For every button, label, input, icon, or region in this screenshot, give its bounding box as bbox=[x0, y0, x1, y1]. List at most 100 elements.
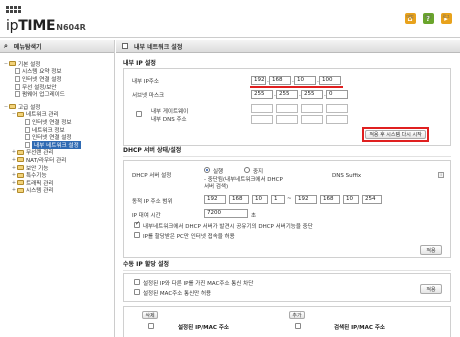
lan-ip-octet-1[interactable]: 192 bbox=[251, 76, 266, 85]
dhcp-on-label: 실행 bbox=[213, 169, 224, 175]
content-panel: 내부 네트워크 설정 내부 IP 설정 내부 IP주소 192 . 168 . … bbox=[116, 40, 460, 337]
menu-explorer-header: ⌕ 메뉴탐색기 bbox=[0, 40, 114, 53]
document-icon bbox=[15, 68, 20, 75]
range-separator: ~ bbox=[287, 196, 292, 202]
menu-explorer-title: 메뉴탐색기 bbox=[13, 43, 42, 51]
range-end-2[interactable]: 168 bbox=[320, 195, 340, 204]
content-header: 내부 네트워크 설정 bbox=[116, 40, 460, 53]
dhcp-section-title: DHCP 서버 상태/설정 bbox=[123, 145, 451, 157]
dhcp-off-radio[interactable] bbox=[244, 167, 250, 173]
dns-label: 내부 DNS 주소 bbox=[151, 117, 187, 123]
tree-item-firmware[interactable]: 펌웨어 업그레이드 bbox=[3, 90, 114, 98]
wizard-label: 마법 bbox=[406, 14, 414, 19]
lease-unit: 초 bbox=[251, 213, 257, 219]
folder-icon bbox=[9, 61, 16, 67]
range-start-4[interactable]: 1 bbox=[271, 195, 285, 204]
mask-octet-4[interactable]: 0 bbox=[326, 90, 348, 99]
page-icon bbox=[122, 43, 128, 49]
folder-icon bbox=[9, 104, 16, 110]
dhcp-server-label: DHCP 서버 설정 bbox=[132, 173, 172, 179]
select-all-checkbox[interactable] bbox=[148, 323, 154, 329]
document-icon bbox=[25, 118, 30, 125]
add-button[interactable]: 추가 bbox=[289, 311, 305, 319]
menu-explorer: ⌕ 메뉴탐색기 − 기본 설정 시스템 요약 정보 인터넷 연결 설정 무선 설… bbox=[0, 40, 115, 337]
brand-main: TIME bbox=[18, 18, 56, 34]
dhcp-on-radio[interactable] bbox=[204, 167, 210, 173]
range-end-4[interactable]: 254 bbox=[362, 195, 382, 204]
range-start-3[interactable]: 10 bbox=[252, 195, 268, 204]
block-mismatch-checkbox[interactable] bbox=[134, 279, 140, 285]
dns-octet-4[interactable] bbox=[326, 115, 348, 124]
dhcp-off-label: 중지 bbox=[253, 169, 264, 175]
mac-only-label: 설정된 MAC주소 통신만 허용 bbox=[143, 291, 212, 297]
document-icon bbox=[15, 83, 20, 90]
top-toolbar: ⌂ 마법 ? 게임 ▸ 로그 bbox=[404, 13, 452, 24]
range-start-2[interactable]: 168 bbox=[229, 195, 249, 204]
mask-octet-1[interactable]: 255 bbox=[251, 90, 273, 99]
manual-section-title: 수동 IP 할당 설정 bbox=[123, 259, 451, 271]
document-icon bbox=[25, 141, 30, 148]
tree-security[interactable]: + 보안 기능 bbox=[3, 164, 114, 172]
dhcp-auto-stop-checkbox[interactable] bbox=[134, 220, 140, 228]
document-icon bbox=[15, 91, 20, 98]
range-end-3[interactable]: 10 bbox=[343, 195, 359, 204]
info-icon[interactable]: i bbox=[438, 172, 444, 178]
tree-item-internet[interactable]: 인터넷 연결 설정 bbox=[3, 75, 114, 83]
lan-ip-octet-3[interactable]: 10 bbox=[294, 76, 316, 85]
mask-octet-3[interactable]: 255 bbox=[301, 90, 323, 99]
wizard-button[interactable]: ⌂ 마법 bbox=[404, 13, 416, 24]
apply-restart-button[interactable]: 적용 후 시스템 다시 시작 bbox=[365, 130, 426, 139]
assigned-only-checkbox[interactable] bbox=[134, 232, 140, 238]
manual-apply-button[interactable]: 적용 bbox=[420, 284, 442, 294]
lease-input[interactable]: 7200 bbox=[204, 209, 248, 218]
range-start-1[interactable]: 192 bbox=[204, 195, 226, 204]
mac-only-checkbox[interactable] bbox=[134, 289, 140, 295]
dns-octet-1[interactable] bbox=[251, 115, 273, 124]
gateway-octet-4[interactable] bbox=[326, 104, 348, 113]
gateway-octet-2[interactable] bbox=[276, 104, 298, 113]
assigned-only-label: IP를 할당받은 PC만 인터넷 접속을 허용 bbox=[143, 234, 235, 240]
tree-item-lan-setting[interactable]: 내부 네트워크 설정 bbox=[3, 140, 114, 149]
model-name: N604R bbox=[56, 23, 86, 32]
document-icon bbox=[15, 75, 20, 82]
mac-list-panel: 삭제 추가 설정된 IP/MAC 주소 검색된 IP/MAC 주소 bbox=[123, 306, 451, 337]
gateway-octet-3[interactable] bbox=[301, 104, 323, 113]
lan-panel: 내부 IP주소 192 . 168 . 10 . 100 서브넷 마스크 255… bbox=[123, 68, 451, 146]
gateway-label: 내부 게이트웨이 bbox=[151, 109, 189, 115]
lan-ip-octet-2[interactable]: 168 bbox=[269, 76, 291, 85]
manual-panel: 설정된 IP와 다른 IP를 가진 MAC주소 통신 차단 설정된 MAC주소 … bbox=[123, 273, 451, 302]
tree-system[interactable]: + 시스템 관리 bbox=[3, 187, 114, 194]
document-icon bbox=[25, 134, 30, 141]
page-title: 내부 네트워크 설정 bbox=[134, 43, 183, 51]
tree-special[interactable]: + 특수기능 bbox=[3, 171, 114, 179]
found-ip-mac-header: 검색된 IP/MAC 주소 bbox=[334, 325, 385, 331]
dns-suffix-label: DNS Suffix bbox=[332, 173, 362, 179]
dns-octet-3[interactable] bbox=[301, 115, 323, 124]
gateway-dns-checkbox[interactable] bbox=[136, 111, 142, 117]
folder-icon bbox=[17, 187, 24, 193]
dns-octet-2[interactable] bbox=[276, 115, 298, 124]
tree-traffic[interactable]: + 트래픽 관리 bbox=[3, 179, 114, 187]
ip-highlight-underline bbox=[250, 86, 343, 88]
dhcp-panel: DHCP 서버 설정 실행 중지 - 중단됨(내부네트워크에서 DHCP 서버 … bbox=[123, 160, 451, 258]
mask-octet-2[interactable]: 255 bbox=[276, 90, 298, 99]
folder-icon bbox=[17, 149, 24, 155]
select-all-found-checkbox[interactable] bbox=[295, 323, 301, 329]
delete-button[interactable]: 삭제 bbox=[142, 311, 158, 319]
range-end-1[interactable]: 192 bbox=[295, 195, 317, 204]
app-header: ipTIME N604R ⌂ 마법 ? 게임 ▸ 로그 bbox=[0, 0, 460, 38]
dhcp-status-note-2: 서버 검색) bbox=[204, 184, 229, 190]
help-button[interactable]: ? 게임 bbox=[422, 13, 434, 24]
gateway-octet-1[interactable] bbox=[251, 104, 273, 113]
lan-ip-label: 내부 IP주소 bbox=[132, 79, 159, 85]
document-icon bbox=[25, 126, 30, 133]
folder-icon bbox=[17, 180, 24, 186]
configured-ip-mac-header: 설정된 IP/MAC 주소 bbox=[178, 325, 229, 331]
dhcp-auto-stop-label: 내부네트워크에서 DHCP 서버가 발견시 공유기의 DHCP 서버기능을 중단 bbox=[143, 224, 313, 230]
dhcp-apply-button[interactable]: 적용 bbox=[420, 245, 442, 255]
help-label: 게임 bbox=[424, 14, 432, 19]
logout-button[interactable]: ▸ 로그 bbox=[440, 13, 452, 24]
lan-ip-octet-4[interactable]: 100 bbox=[319, 76, 341, 85]
tree-nat-router[interactable]: + NAT/라우터 관리 bbox=[3, 156, 114, 164]
subnet-mask-label: 서브넷 마스크 bbox=[132, 93, 165, 99]
